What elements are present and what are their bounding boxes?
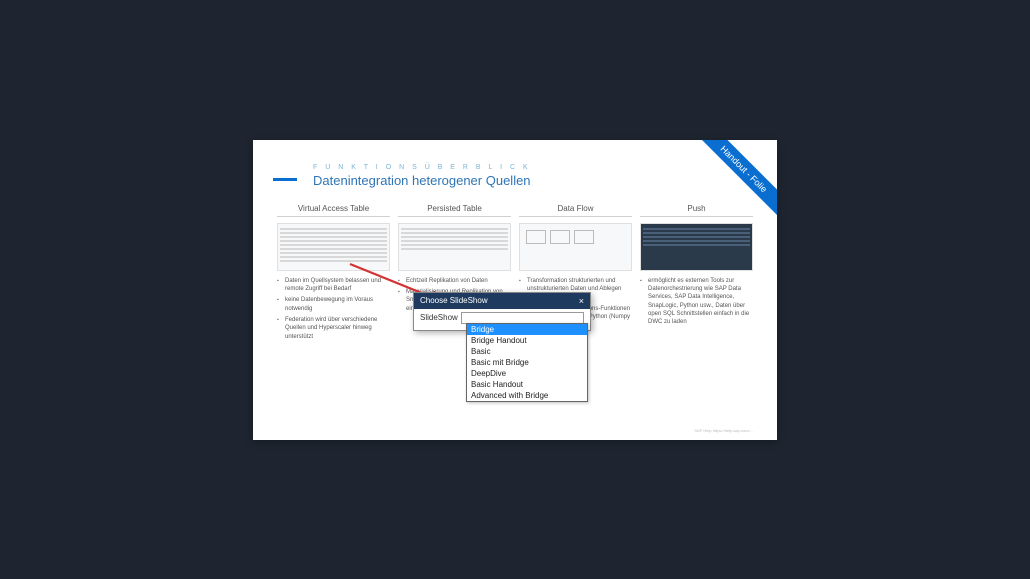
dropdown-option-advanced-with-bridge[interactable]: Advanced with Bridge [467,390,587,401]
thumbnail-dataflow [519,223,632,271]
dropdown-option-deepdive[interactable]: DeepDive [467,368,587,379]
column-virtual-access: Virtual Access Table Daten im Quellsyste… [277,204,390,345]
dialog-title-text: Choose SlideShow [420,296,488,305]
dropdown-option-basic-mit-bridge[interactable]: Basic mit Bridge [467,357,587,368]
dropdown-option-bridge-handout[interactable]: Bridge Handout [467,335,587,346]
slideshow-label: SlideShow [420,313,458,322]
thumbnail-persisted [398,223,511,271]
title-accent-bar [273,178,297,181]
slide-title: Datenintegration heterogener Quellen [313,173,717,188]
close-icon[interactable]: × [579,296,584,306]
slide-header: F U N K T I O N S Ü B E R B L I C K Date… [253,140,777,198]
dropdown-option-basic[interactable]: Basic [467,346,587,357]
column-title: Data Flow [519,204,632,217]
column-title: Virtual Access Table [277,204,390,217]
bullet-item: ermöglicht es externen Tools zur Datenor… [640,277,753,327]
bullet-list: ermöglicht es externen Tools zur Datenor… [640,277,753,327]
slide-eyebrow: F U N K T I O N S Ü B E R B L I C K [313,164,717,171]
bullet-item: Echtzeit Replikation von Daten [398,277,511,285]
footer-note: SAP Help https://help.sap.com/... [694,428,753,433]
dialog-titlebar[interactable]: Choose SlideShow × [414,293,590,309]
choose-slideshow-dialog: Choose SlideShow × SlideShow Bridge Brid… [413,292,591,331]
bullet-item: keine Datenbewegung im Voraus notwendig [277,296,390,313]
presentation-slide: Handout - Folie F U N K T I O N S Ü B E … [253,140,777,440]
dropdown-option-bridge[interactable]: Bridge [467,324,587,335]
thumbnail-virtual-access [277,223,390,271]
bullet-item: Federation wird über verschiedene Quelle… [277,316,390,341]
thumbnail-push [640,223,753,271]
bullet-item: Daten im Quellsystem belassen und remote… [277,277,390,294]
dropdown-option-basic-handout[interactable]: Basic Handout [467,379,587,390]
column-title: Push [640,204,753,217]
slideshow-dropdown[interactable]: Bridge Bridge Handout Basic Basic mit Br… [466,323,588,402]
column-push: Push ermöglicht es externen Tools zur Da… [640,204,753,345]
column-title: Persisted Table [398,204,511,217]
bullet-list: Daten im Quellsystem belassen und remote… [277,277,390,342]
